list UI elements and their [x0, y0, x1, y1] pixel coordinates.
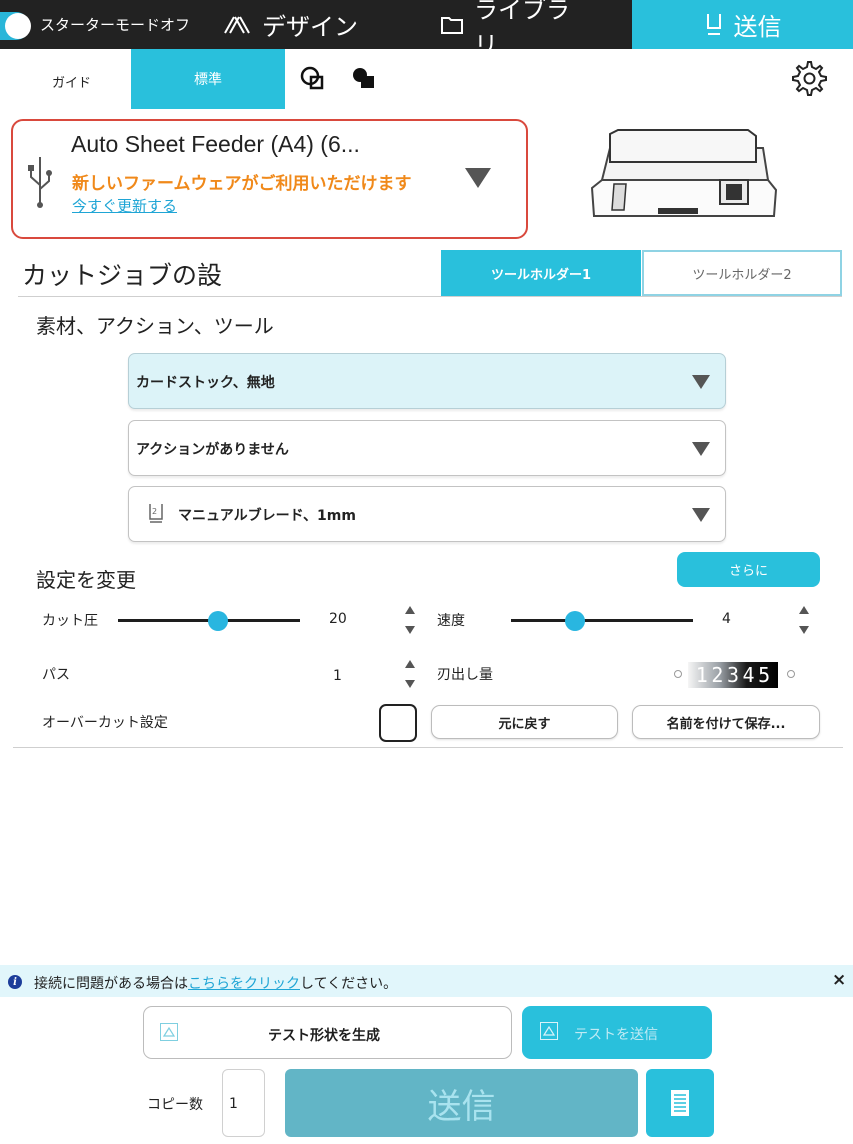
info-text-before: 接続に問題がある場合は [34, 976, 188, 992]
weld-icon[interactable] [299, 66, 329, 96]
force-stepper[interactable] [405, 606, 415, 636]
speed-slider-handle[interactable] [564, 611, 585, 631]
dial-digit: 3 [726, 663, 739, 687]
machine-name: Auto Sheet Feeder (A4) (6... [71, 131, 360, 157]
machine-image [588, 128, 778, 232]
info-text-after: してください。 [300, 976, 398, 992]
send-screen: スターターモードオフ デザイン ライブラリ 送信 ガイド 標準 Auto She… [0, 0, 853, 1144]
dial-right-icon[interactable] [785, 668, 797, 680]
material-select-value: カードストック、無地 [136, 375, 275, 391]
usb-icon [27, 155, 53, 213]
tab-library[interactable]: ライブラリ [440, 0, 590, 59]
settings-title: 設定を変更 [36, 568, 136, 592]
materials-section-title: 素材、アクション、ツール [36, 314, 274, 338]
chevron-down-icon [692, 508, 710, 522]
send-icon [704, 12, 724, 38]
design-icon [222, 13, 252, 37]
speed-stepper[interactable] [799, 606, 809, 636]
chevron-down-icon [692, 442, 710, 456]
shapes-icon[interactable] [350, 66, 380, 96]
info-message: 接続に問題がある場合はこちらをクリックしてください。 [34, 973, 397, 993]
passes-value: 1 [333, 668, 342, 684]
arrow-down-icon[interactable] [799, 626, 809, 634]
reset-button-label: 元に戻す [498, 716, 551, 732]
blade-icon: 2 [147, 501, 165, 529]
tab-design[interactable]: デザイン [215, 0, 365, 49]
overcut-label: オーバーカット設定 [42, 715, 168, 731]
firmware-message: 新しいファームウェアがご利用いただけます [72, 174, 412, 194]
arrow-down-icon[interactable] [405, 680, 415, 688]
blade-depth-label: 刃出し量 [437, 667, 493, 683]
divider [18, 296, 842, 297]
generate-test-shape-button[interactable]: テスト形状を生成 [143, 1006, 512, 1059]
passes-label: パス [42, 667, 70, 683]
generate-test-shape-label: テスト形状を生成 [268, 1028, 380, 1044]
starter-mode-toggle-knob[interactable] [5, 13, 31, 39]
speed-value: 4 [722, 611, 731, 627]
divider [13, 747, 843, 748]
dial-digit: 1 [695, 663, 708, 687]
info-icon: i [8, 975, 22, 989]
tab-tool-holder-2[interactable]: ツールホルダー2 [642, 250, 842, 296]
copies-value: 1 [229, 1096, 238, 1112]
more-button-label: さらに [728, 564, 768, 579]
send-button-label: 送信 [427, 1086, 496, 1127]
test-shape-icon [160, 1023, 178, 1041]
overcut-checkbox[interactable] [379, 704, 417, 742]
close-icon[interactable]: × [832, 970, 846, 990]
chevron-down-icon [692, 375, 710, 389]
top-bar: スターターモードオフ デザイン ライブラリ 送信 [0, 0, 853, 59]
force-value: 20 [329, 611, 347, 627]
arrow-up-icon[interactable] [405, 606, 415, 614]
dial-left-icon[interactable] [672, 668, 684, 680]
arrow-down-icon[interactable] [405, 626, 415, 634]
tab-send[interactable]: 送信 [632, 0, 853, 49]
force-slider-handle[interactable] [208, 611, 229, 631]
reset-button[interactable]: 元に戻す [431, 705, 618, 739]
dial-digit: 2 [711, 663, 724, 687]
arrow-up-icon[interactable] [405, 660, 415, 668]
gear-icon[interactable] [789, 58, 827, 100]
dial-digit: 5 [758, 663, 771, 687]
passes-stepper[interactable] [405, 660, 415, 690]
info-link[interactable]: こちらをクリック [188, 976, 300, 992]
folder-icon [440, 15, 464, 35]
test-shape-icon [540, 1022, 558, 1040]
cut-job-title: カットジョブの設 [22, 261, 223, 290]
tab-design-label: デザイン [262, 13, 358, 41]
more-button[interactable]: さらに [677, 552, 820, 587]
send-test-button[interactable]: テストを送信 [522, 1006, 712, 1059]
blade-depth-dial[interactable]: 1 2 3 4 5 [688, 662, 778, 688]
update-now-link[interactable]: 今すぐ更新する [72, 195, 177, 216]
material-select[interactable]: カードストック、無地 [128, 353, 726, 409]
queue-button[interactable] [646, 1069, 714, 1137]
tool-select-value: マニュアルブレード、1mm [178, 508, 356, 524]
send-button[interactable]: 送信 [285, 1069, 638, 1137]
mode-guide[interactable]: ガイド [52, 72, 91, 91]
save-as-button[interactable]: 名前を付けて保存... [632, 705, 820, 739]
tab-send-label: 送信 [733, 13, 782, 41]
mode-standard[interactable]: 標準 [131, 49, 285, 109]
mode-standard-label: 標準 [194, 72, 222, 88]
force-label: カット圧 [42, 613, 98, 629]
tab-tool-holder-2-label: ツールホルダー2 [692, 267, 792, 283]
speed-slider[interactable] [511, 619, 693, 622]
speed-label: 速度 [437, 613, 465, 629]
chevron-down-icon[interactable] [465, 168, 491, 188]
dial-digit: 4 [742, 663, 755, 687]
action-select-value: アクションがありません [136, 442, 289, 458]
send-test-label: テストを送信 [574, 1027, 658, 1043]
svg-text:2: 2 [152, 507, 157, 516]
tab-library-label: ライブラリ [474, 0, 570, 59]
action-select[interactable]: アクションがありません [128, 420, 726, 476]
tab-tool-holder-1-label: ツールホルダー1 [490, 267, 592, 283]
save-as-button-label: 名前を付けて保存... [666, 716, 786, 732]
tool-select[interactable]: 2 マニュアルブレード、1mm [128, 486, 726, 542]
copies-label: コピー数 [147, 1097, 203, 1113]
list-icon [670, 1089, 690, 1121]
arrow-up-icon[interactable] [799, 606, 809, 614]
starter-mode-label: スターターモードオフ [40, 16, 191, 34]
tab-tool-holder-1[interactable]: ツールホルダー1 [441, 250, 641, 296]
